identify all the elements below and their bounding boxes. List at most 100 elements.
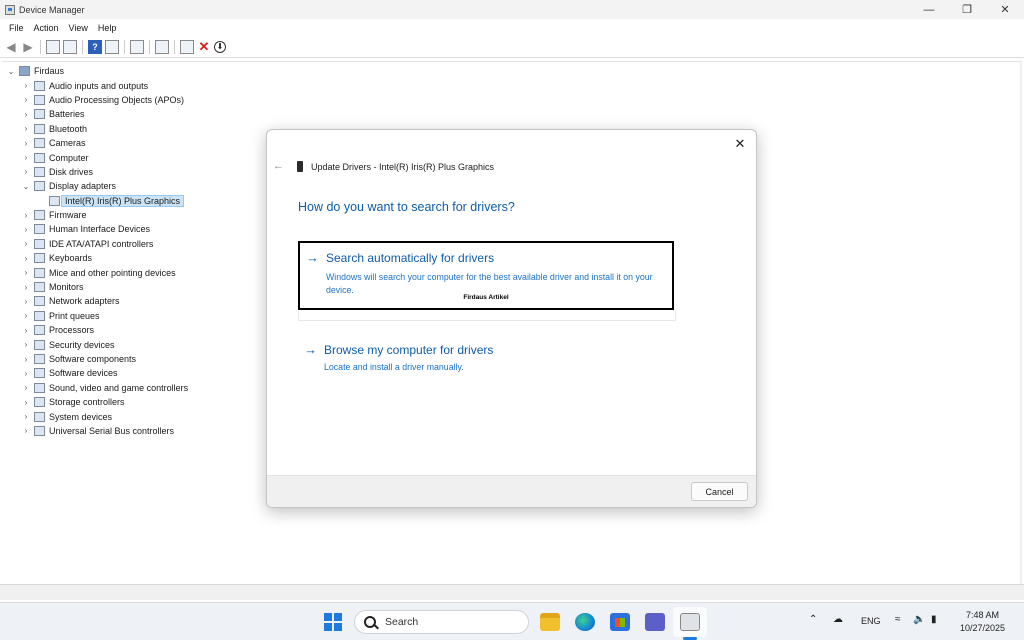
properties-icon[interactable] xyxy=(63,39,77,54)
download-icon[interactable]: ⬇ xyxy=(214,40,226,53)
chevron-right-icon[interactable]: › xyxy=(21,81,31,90)
uninstall-device-icon[interactable]: ✕ xyxy=(197,39,211,54)
chevron-down-icon[interactable]: ⌄ xyxy=(6,67,16,76)
chevron-right-icon[interactable]: › xyxy=(21,398,31,407)
tree-item[interactable]: › Disk drives xyxy=(2,165,188,179)
tree-item[interactable]: › Processors xyxy=(2,323,188,337)
device-manager-taskbar-icon[interactable] xyxy=(680,613,700,631)
tree-item[interactable]: › Bluetooth xyxy=(2,122,188,136)
toolbar: ◀ ▶ ? ✕ ⬇ xyxy=(0,36,1024,58)
menu-bar: File Action View Help xyxy=(0,19,1024,36)
chevron-right-icon[interactable]: › xyxy=(21,283,31,292)
tree-item[interactable]: › Sound, video and game controllers xyxy=(2,381,188,395)
chevron-right-icon[interactable]: › xyxy=(21,412,31,421)
show-hide-console-tree-icon[interactable] xyxy=(46,39,60,54)
scan-hardware-icon[interactable] xyxy=(155,39,169,54)
edge-icon[interactable] xyxy=(575,613,595,631)
chevron-right-icon[interactable]: › xyxy=(21,139,31,148)
tree-item[interactable]: › Audio Processing Objects (APOs) xyxy=(2,93,188,107)
chevron-right-icon[interactable]: › xyxy=(21,153,31,162)
device-category-icon xyxy=(49,195,60,206)
back-icon[interactable]: ◀ xyxy=(4,40,18,54)
tree-item[interactable]: › Cameras xyxy=(2,136,188,150)
tree-item[interactable]: › Print queues xyxy=(2,309,188,323)
dialog-heading: How do you want to search for drivers? xyxy=(298,200,515,214)
language-indicator[interactable]: ENG xyxy=(861,616,881,626)
chevron-right-icon[interactable]: › xyxy=(21,311,31,320)
tree-item-label: Firdaus xyxy=(34,66,65,77)
tree-item[interactable]: › Batteries xyxy=(2,107,188,121)
start-button[interactable] xyxy=(324,613,342,631)
menu-file[interactable]: File xyxy=(4,23,29,33)
volume-muted-icon[interactable]: 🔈 xyxy=(913,614,925,625)
cloud-icon[interactable]: ☁ xyxy=(833,614,843,625)
tree-item[interactable]: › Audio inputs and outputs xyxy=(2,78,188,92)
chevron-right-icon[interactable]: › xyxy=(21,355,31,364)
tree-item[interactable]: › Software components xyxy=(2,352,188,366)
chevron-right-icon[interactable]: › xyxy=(21,110,31,119)
chevron-right-icon[interactable]: › xyxy=(21,383,31,392)
tree-item[interactable]: › Firmware xyxy=(2,208,188,222)
chevron-right-icon[interactable]: › xyxy=(21,268,31,277)
tree-item[interactable]: › Keyboards xyxy=(2,251,188,265)
device-category-icon xyxy=(34,181,45,192)
close-button[interactable]: ✕ xyxy=(986,0,1024,19)
tree-item[interactable]: ⌄ Display adapters xyxy=(2,179,188,193)
tree-item[interactable]: › Mice and other pointing devices xyxy=(2,265,188,279)
clock[interactable]: 7:48 AM 10/27/2025 xyxy=(955,609,1010,635)
chevron-right-icon[interactable]: › xyxy=(21,95,31,104)
update-driver-icon[interactable] xyxy=(130,39,144,54)
forward-icon[interactable]: ▶ xyxy=(21,40,35,54)
tree-item[interactable]: › Network adapters xyxy=(2,294,188,308)
tree-item[interactable]: › Monitors xyxy=(2,280,188,294)
microsoft-store-icon[interactable] xyxy=(610,613,630,631)
tree-item-label: Sound, video and game controllers xyxy=(49,382,189,393)
tree-item[interactable]: › Universal Serial Bus controllers xyxy=(2,424,188,438)
tree-item[interactable]: › IDE ATA/ATAPI controllers xyxy=(2,237,188,251)
dialog-close-button[interactable]: ✕ xyxy=(732,136,748,152)
chevron-down-icon[interactable]: ⌄ xyxy=(21,182,31,191)
chevron-right-icon[interactable]: › xyxy=(21,124,31,133)
tree-item-label: System devices xyxy=(49,411,113,422)
device-category-icon xyxy=(34,296,45,307)
chevron-right-icon[interactable]: › xyxy=(21,326,31,335)
minimize-button[interactable]: — xyxy=(910,0,948,19)
browse-computer-option[interactable]: → Browse my computer for drivers Locate … xyxy=(298,335,674,375)
help-icon[interactable]: ? xyxy=(88,39,102,54)
chevron-right-icon[interactable]: › xyxy=(21,369,31,378)
device-category-icon xyxy=(34,325,45,336)
chevron-right-icon[interactable]: › xyxy=(21,426,31,435)
chevron-right-icon[interactable]: › xyxy=(21,254,31,263)
chevron-right-icon[interactable]: › xyxy=(21,239,31,248)
tree-item[interactable]: › Software devices xyxy=(2,366,188,380)
chevron-right-icon[interactable]: › xyxy=(21,211,31,220)
chevron-right-icon[interactable]: › xyxy=(21,297,31,306)
tree-item[interactable]: › System devices xyxy=(2,409,188,423)
search-automatically-option[interactable]: → Search automatically for drivers Windo… xyxy=(298,241,674,310)
tree-item[interactable]: › Human Interface Devices xyxy=(2,222,188,236)
menu-view[interactable]: View xyxy=(64,23,93,33)
taskbar-search[interactable]: Search xyxy=(354,610,529,634)
tree-item[interactable]: › Computer xyxy=(2,150,188,164)
battery-icon[interactable]: ▮ xyxy=(931,614,937,625)
wifi-icon[interactable]: ≈ xyxy=(895,614,901,625)
tree-scrollbar[interactable] xyxy=(1020,62,1022,585)
tree-root-computer[interactable]: ⌄ Firdaus xyxy=(2,64,188,78)
chevron-right-icon[interactable]: › xyxy=(21,340,31,349)
teams-icon[interactable] xyxy=(645,613,665,631)
chevron-right-icon[interactable]: › xyxy=(21,225,31,234)
cancel-button[interactable]: Cancel xyxy=(691,482,748,501)
file-explorer-icon[interactable] xyxy=(540,613,560,631)
tree-item[interactable]: › Storage controllers xyxy=(2,395,188,409)
menu-help[interactable]: Help xyxy=(93,23,122,33)
tree-item-intel-iris-graphics[interactable]: Intel(R) Iris(R) Plus Graphics xyxy=(2,194,188,208)
add-driver-icon[interactable] xyxy=(180,39,194,54)
menu-action[interactable]: Action xyxy=(29,23,64,33)
back-arrow-icon[interactable]: ← xyxy=(273,160,284,172)
tree-item[interactable]: › Security devices xyxy=(2,337,188,351)
action-pane-icon[interactable] xyxy=(105,39,119,54)
chevron-right-icon[interactable]: › xyxy=(21,167,31,176)
taskbar: Search ⌃ ☁ ENG ≈ 🔈 ▮ 7:48 AM 10/27/2025 xyxy=(0,602,1024,640)
restore-button[interactable]: ❐ xyxy=(948,0,986,19)
chevron-up-icon[interactable]: ⌃ xyxy=(809,614,817,625)
